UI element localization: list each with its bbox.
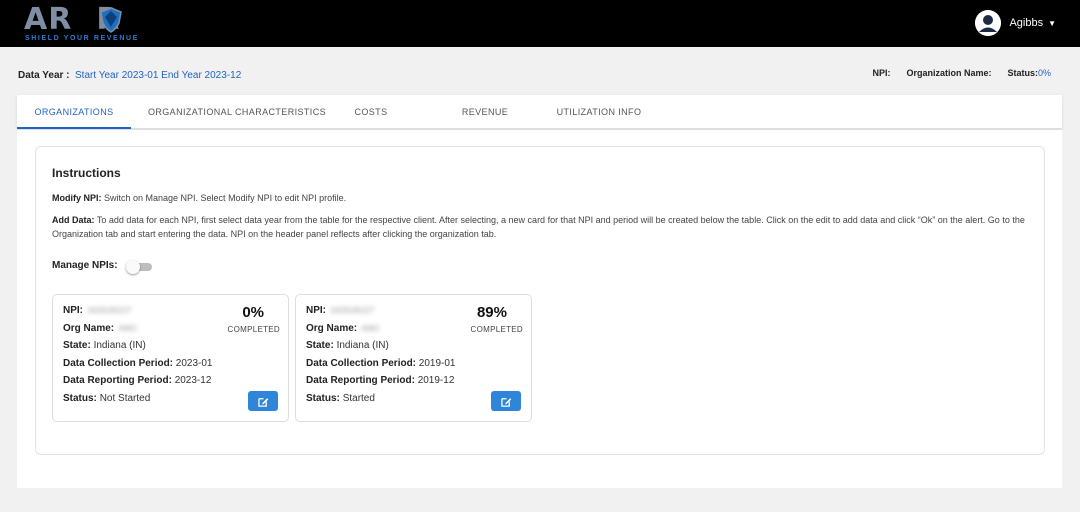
- modify-npi-instruction: Modify NPI: Switch on Manage NPI. Select…: [52, 191, 1032, 205]
- card-completion-label: COMPLETED: [227, 325, 280, 334]
- user-avatar-icon: [975, 10, 1002, 36]
- card-org-row: Org Name: AMO: [63, 323, 136, 334]
- tab-costs[interactable]: COSTS: [343, 95, 399, 129]
- header-summary: NPI: Organization Name: Status:0%: [872, 68, 1051, 78]
- tab-revenue[interactable]: REVENUE: [453, 95, 517, 129]
- manage-npis-toggle[interactable]: [126, 260, 154, 274]
- logo-tagline: SHIELD YOUR REVENUE: [25, 35, 139, 42]
- card-org-label: Org Name:: [63, 323, 115, 334]
- card-state-row: State: Indiana (IN): [306, 340, 389, 351]
- card-collection-label: Data Collection Period:: [306, 358, 417, 369]
- card-state-value: Indiana (IN): [93, 340, 146, 351]
- status-percent: 0%: [1037, 68, 1051, 78]
- tab-organizational-characteristics[interactable]: ORGANIZATIONAL CHARACTERISTICS: [131, 95, 343, 129]
- card-npi-label: NPI:: [63, 305, 83, 316]
- card-reporting-row: Data Reporting Period: 2019-12: [306, 375, 454, 386]
- toggle-thumb: [126, 260, 140, 274]
- modify-npi-label: Modify NPI:: [52, 193, 102, 203]
- edit-button[interactable]: [491, 391, 521, 411]
- card-reporting-row: Data Reporting Period: 2023-12: [63, 375, 211, 386]
- card-npi-row: NPI: 1629195227: [306, 305, 375, 316]
- user-name: Agibbs: [1009, 17, 1044, 29]
- card-state-label: State:: [306, 340, 334, 351]
- npi-card: NPI: 1629195227 Org Name: AMO State: India…: [52, 294, 289, 422]
- npi-label: NPI:: [872, 68, 891, 78]
- card-collection-row: Data Collection Period: 2019-01: [306, 358, 456, 369]
- card-npi-label: NPI:: [306, 305, 326, 316]
- card-reporting-value: 2023-12: [174, 375, 212, 386]
- modify-npi-text: Switch on Manage NPI. Select Modify NPI …: [101, 193, 347, 203]
- card-org-value: AMO: [361, 324, 380, 333]
- card-org-row: Org Name: AMO: [306, 323, 379, 334]
- npi-card: NPI: 1629195227 Org Name: AMO State: India…: [295, 294, 532, 422]
- armor-logo[interactable]: ARR SHIELD YOUR REVENUE: [24, 4, 139, 44]
- status-summary: Status:0%: [1007, 68, 1051, 78]
- card-completion-label: COMPLETED: [470, 325, 523, 334]
- caret-down-icon: ▼: [1048, 18, 1056, 28]
- card-status-value: Not Started: [99, 393, 151, 404]
- org-name-label: Organization Name:: [906, 68, 992, 78]
- add-data-label: Add Data:: [52, 215, 95, 225]
- card-collection-label: Data Collection Period:: [63, 358, 174, 369]
- card-status-row: Status: Not Started: [63, 393, 150, 404]
- status-label: Status:: [1007, 68, 1038, 78]
- add-data-text: To add data for each NPI, first select d…: [52, 215, 1025, 239]
- card-collection-value: 2023-01: [175, 358, 213, 369]
- card-state-label: State:: [63, 340, 91, 351]
- top-bar: ARR SHIELD YOUR REVENUE Agibbs ▼: [0, 0, 1080, 47]
- card-collection-value: 2019-01: [418, 358, 456, 369]
- card-reporting-value: 2019-12: [417, 375, 455, 386]
- card-state-row: State: Indiana (IN): [63, 340, 146, 351]
- card-status-label: Status:: [63, 393, 97, 404]
- card-npi-value: 1629195227: [87, 306, 132, 315]
- instructions-title: Instructions: [52, 166, 121, 180]
- card-npi-value: 1629195227: [330, 306, 375, 315]
- data-year-value: Start Year 2023-01 End Year 2023-12: [75, 70, 242, 81]
- card-org-label: Org Name:: [306, 323, 358, 334]
- shield-icon: [100, 7, 122, 33]
- user-menu[interactable]: Agibbs ▼: [975, 10, 1056, 36]
- edit-icon: [257, 397, 268, 407]
- card-reporting-label: Data Reporting Period:: [306, 375, 415, 386]
- card-reporting-label: Data Reporting Period:: [63, 375, 172, 386]
- instructions-panel: Instructions Modify NPI: Switch on Manag…: [35, 146, 1045, 455]
- manage-npis-label: Manage NPIs:: [52, 260, 118, 271]
- card-status-label: Status:: [306, 393, 340, 404]
- card-completion-percent: 0%: [242, 304, 264, 321]
- tab-utilization-info[interactable]: UTILIZATION INFO: [547, 95, 651, 129]
- data-year-label: Data Year :: [18, 70, 70, 81]
- card-org-value: AMO: [118, 324, 137, 333]
- edit-icon: [500, 397, 511, 407]
- card-completion-percent: 89%: [476, 304, 507, 321]
- edit-button[interactable]: [248, 391, 278, 411]
- card-status-value: Started: [342, 393, 375, 404]
- data-year-bar: Data Year : Start Year 2023-01 End Year …: [18, 68, 1062, 84]
- card-collection-row: Data Collection Period: 2023-01: [63, 358, 213, 369]
- tab-organizations[interactable]: ORGANIZATIONS: [17, 95, 131, 129]
- card-state-value: Indiana (IN): [336, 340, 389, 351]
- card-status-row: Status: Started: [306, 393, 375, 404]
- card-npi-row: NPI: 1629195227: [63, 305, 132, 316]
- tab-bar: ORGANIZATIONS ORGANIZATIONAL CHARACTERIS…: [17, 95, 1062, 129]
- main-content: Instructions Modify NPI: Switch on Manag…: [17, 130, 1062, 488]
- add-data-instruction: Add Data: To add data for each NPI, firs…: [52, 213, 1032, 241]
